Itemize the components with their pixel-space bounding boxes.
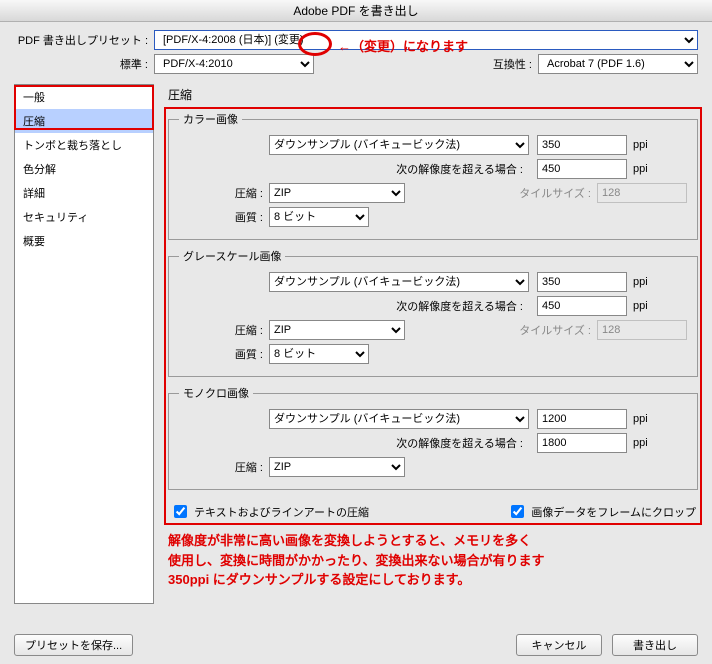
mono-compress-select[interactable]: ZIP <box>269 457 405 477</box>
standard-select[interactable]: PDF/X-4:2010 <box>154 54 314 74</box>
standard-label: 標準 : <box>14 56 154 72</box>
compat-label: 互換性 : <box>493 56 538 72</box>
mono-ppi-input[interactable] <box>537 409 627 429</box>
color-legend: カラー画像 <box>179 111 242 127</box>
window-title: Adobe PDF を書き出し <box>0 0 712 22</box>
gray-quality-select[interactable]: 8 ビット <box>269 344 369 364</box>
mono-threshold-label: 次の解像度を超える場合 : <box>396 438 529 450</box>
sidebar-item-advanced[interactable]: 詳細 <box>15 181 153 205</box>
mono-compress-label: 圧縮 : <box>235 462 269 474</box>
gray-quality-label: 画質 : <box>235 349 269 361</box>
color-quality-select[interactable]: 8 ビット <box>269 207 369 227</box>
gray-tile-label: タイルサイズ : <box>519 322 597 338</box>
sidebar-item-output[interactable]: 色分解 <box>15 157 153 181</box>
crop-frame-label: 画像データをフレームにクロップ <box>531 504 696 520</box>
gray-ppi-input[interactable] <box>537 272 627 292</box>
ppi-unit: ppi <box>627 139 648 151</box>
color-threshold-label: 次の解像度を超える場合 : <box>396 164 529 176</box>
color-threshold-input[interactable] <box>537 159 627 179</box>
color-tile-input <box>597 183 687 203</box>
color-downsample-select[interactable]: ダウンサンプル (バイキュービック法) <box>269 135 529 155</box>
gray-group: グレースケール画像 ダウンサンプル (バイキュービック法) ppi 次の解像度を… <box>168 248 698 377</box>
sidebar-item-marks[interactable]: トンボと裁ち落とし <box>15 133 153 157</box>
mono-legend: モノクロ画像 <box>179 385 253 401</box>
sidebar-item-security[interactable]: セキュリティ <box>15 205 153 229</box>
color-quality-label: 画質 : <box>235 212 269 224</box>
mono-downsample-select[interactable]: ダウンサンプル (バイキュービック法) <box>269 409 529 429</box>
text-lineart-checkbox[interactable]: テキストおよびラインアートの圧縮 <box>170 502 369 521</box>
color-tile-label: タイルサイズ : <box>519 185 597 201</box>
compat-select[interactable]: Acrobat 7 (PDF 1.6) <box>538 54 698 74</box>
section-title: 圧縮 <box>168 84 698 103</box>
preset-select[interactable]: [PDF/X-4:2008 (日本)] (変更) <box>154 30 698 50</box>
ppi-unit: ppi <box>627 163 648 175</box>
color-compress-select[interactable]: ZIP <box>269 183 405 203</box>
color-compress-label: 圧縮 : <box>235 188 269 200</box>
gray-tile-input <box>597 320 687 340</box>
ppi-unit: ppi <box>627 276 648 288</box>
sidebar-item-summary[interactable]: 概要 <box>15 229 153 253</box>
sidebar-item-general[interactable]: 一般 <box>15 85 153 109</box>
gray-threshold-input[interactable] <box>537 296 627 316</box>
text-lineart-check[interactable] <box>174 505 187 518</box>
cancel-button[interactable]: キャンセル <box>516 634 602 656</box>
ppi-unit: ppi <box>627 300 648 312</box>
annotation-note: 解像度が非常に高い画像を変換しようとすると、メモリを多く 使用し、変換に時間がか… <box>168 531 698 590</box>
gray-compress-select[interactable]: ZIP <box>269 320 405 340</box>
crop-frame-check[interactable] <box>511 505 524 518</box>
sidebar-item-compression[interactable]: 圧縮 <box>15 109 153 133</box>
crop-frame-checkbox[interactable]: 画像データをフレームにクロップ <box>507 502 696 521</box>
color-group: カラー画像 ダウンサンプル (バイキュービック法) ppi 次の解像度を超える場… <box>168 111 698 240</box>
export-button[interactable]: 書き出し <box>612 634 698 656</box>
sidebar: 一般 圧縮 トンボと裁ち落とし 色分解 詳細 セキュリティ 概要 <box>14 84 154 604</box>
mono-threshold-input[interactable] <box>537 433 627 453</box>
save-preset-button[interactable]: プリセットを保存... <box>14 634 133 656</box>
preset-label: PDF 書き出しプリセット : <box>14 32 154 48</box>
gray-legend: グレースケール画像 <box>179 248 285 264</box>
ppi-unit: ppi <box>627 437 648 449</box>
gray-threshold-label: 次の解像度を超える場合 : <box>396 301 529 313</box>
mono-group: モノクロ画像 ダウンサンプル (バイキュービック法) ppi 次の解像度を超える… <box>168 385 698 490</box>
gray-downsample-select[interactable]: ダウンサンプル (バイキュービック法) <box>269 272 529 292</box>
color-ppi-input[interactable] <box>537 135 627 155</box>
ppi-unit: ppi <box>627 413 648 425</box>
text-lineart-label: テキストおよびラインアートの圧縮 <box>194 504 369 520</box>
gray-compress-label: 圧縮 : <box>235 325 269 337</box>
